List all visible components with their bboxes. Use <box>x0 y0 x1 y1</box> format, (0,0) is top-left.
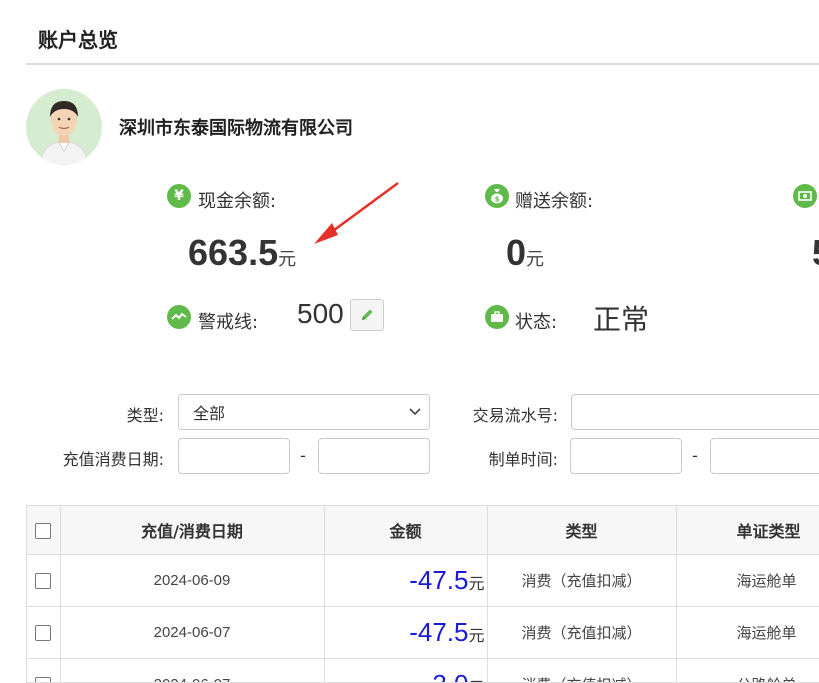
status-value: 正常 <box>593 298 649 338</box>
gift-balance-value: 0元 <box>506 232 544 274</box>
pencil-icon <box>359 307 375 323</box>
select-all-checkbox[interactable] <box>35 523 51 539</box>
table-row[interactable]: 2024-06-09 -47.5元 消费（充值扣减） 海运舱单 <box>27 555 819 607</box>
row-date: 2024-06-09 <box>60 555 324 607</box>
avatar <box>26 89 102 165</box>
date-range-separator: - <box>300 446 306 465</box>
row-type: 消费（充值扣减） <box>487 607 676 659</box>
created-end-input[interactable] <box>710 438 819 474</box>
page-title: 账户总览 <box>38 24 118 53</box>
created-range-separator: - <box>692 446 698 465</box>
third-balance-value: 5 <box>812 232 819 274</box>
row-doc-type: 海运舱单 <box>676 555 819 607</box>
table-header-row: 充值/消费日期 金额 类型 单证类型 <box>27 506 819 555</box>
row-checkbox[interactable] <box>35 677 51 683</box>
briefcase-icon <box>485 305 509 329</box>
row-doc-type: 公路舱单 <box>676 659 819 683</box>
select-all-cell <box>27 506 60 555</box>
status-label: 状态: <box>515 308 557 334</box>
row-date: 2024-06-07 <box>60 607 324 659</box>
created-start-input[interactable] <box>570 438 682 474</box>
transactions-table: 充值/消费日期 金额 类型 单证类型 2024-06-09 -47.5元 消费（… <box>26 505 819 683</box>
date-start-input[interactable] <box>178 438 290 474</box>
table-row[interactable]: 2024-06-07 -47.5元 消费（充值扣减） 海运舱单 <box>27 607 819 659</box>
warning-line-label: 警戒线: <box>198 308 258 334</box>
cash-balance-label: 现金余额: <box>198 187 276 213</box>
edit-warning-button[interactable] <box>350 299 384 331</box>
title-divider <box>26 63 819 65</box>
date-end-input[interactable] <box>318 438 430 474</box>
row-type: 消费（充值扣减） <box>487 659 676 683</box>
row-doc-type: 海运舱单 <box>676 607 819 659</box>
cash-balance-value: 663.5元 <box>188 232 296 274</box>
row-checkbox[interactable] <box>35 625 51 641</box>
serial-number-label: 交易流水号: <box>440 402 558 426</box>
type-select-value: 全部 <box>193 400 225 424</box>
table-row[interactable]: 2024-06-07 -3.0元 消费（充值扣减） 公路舱单 <box>27 659 819 683</box>
type-select[interactable]: 全部 <box>178 394 430 430</box>
yen-icon: ¥ <box>167 184 191 208</box>
type-label: 类型: <box>100 402 164 426</box>
gift-balance-label: 赠送余额: <box>515 187 593 213</box>
created-time-label: 制单时间: <box>440 446 558 470</box>
chevron-down-icon <box>409 408 421 416</box>
row-amount: -3.0元 <box>324 659 487 683</box>
company-name: 深圳市东泰国际物流有限公司 <box>119 114 353 140</box>
row-type: 消费（充值扣减） <box>487 555 676 607</box>
row-date: 2024-06-07 <box>60 659 324 683</box>
serial-number-input[interactable] <box>571 394 819 430</box>
column-header-type[interactable]: 类型 <box>487 506 676 555</box>
money-bag-icon: $ <box>485 184 509 208</box>
svg-text:$: $ <box>495 196 500 204</box>
row-checkbox[interactable] <box>35 573 51 589</box>
date-range-label: 充值消费日期: <box>30 446 164 470</box>
row-amount: -47.5元 <box>324 555 487 607</box>
cash-icon <box>793 184 817 208</box>
column-header-doc-type[interactable]: 单证类型 <box>676 506 819 555</box>
row-amount: -47.5元 <box>324 607 487 659</box>
column-header-amount[interactable]: 金额 <box>324 506 487 555</box>
column-header-date[interactable]: 充值/消费日期 <box>60 506 324 555</box>
trend-icon <box>167 305 191 329</box>
arrow-annotation <box>300 178 410 250</box>
warning-line-value: 500 <box>297 298 344 330</box>
